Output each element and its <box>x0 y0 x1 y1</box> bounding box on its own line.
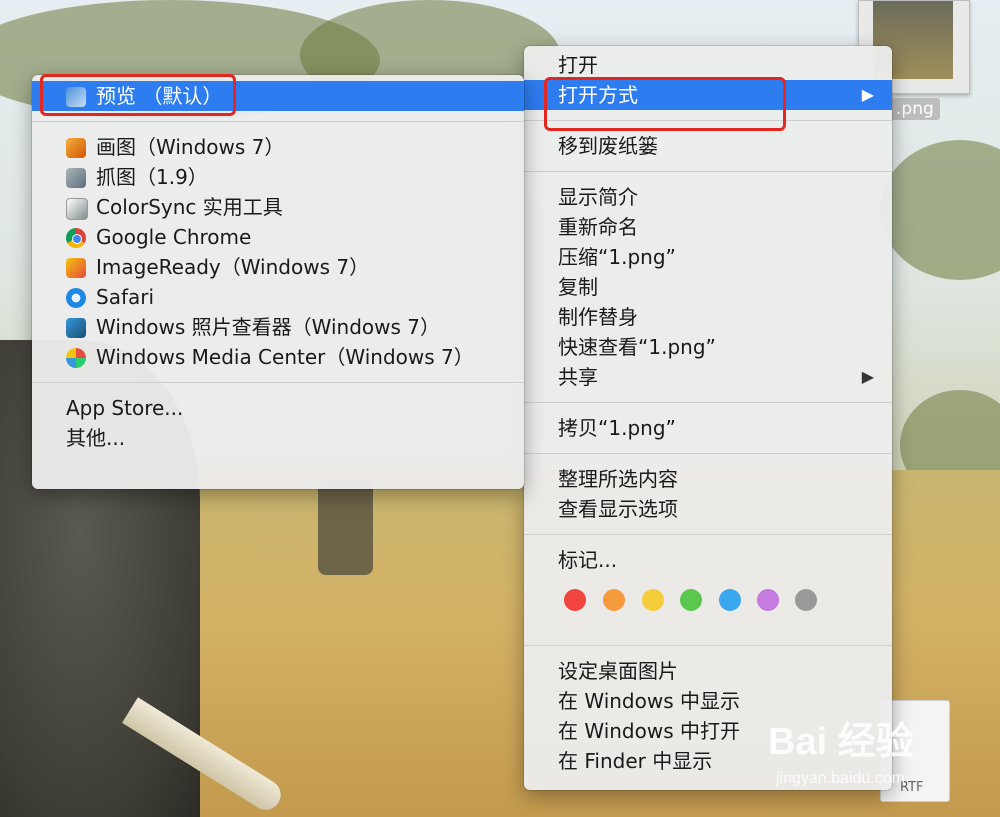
menu-item-move-to-trash[interactable]: 移到废纸篓 <box>524 131 892 161</box>
tag-blue[interactable] <box>719 589 741 611</box>
grab-icon <box>66 168 86 188</box>
menu-item-clean-up[interactable]: 整理所选内容 <box>524 464 892 494</box>
menu-separator <box>32 121 524 122</box>
chrome-icon <box>66 228 86 248</box>
app-label: Windows 照片查看器（Windows 7） <box>96 315 440 339</box>
file-name-label[interactable]: .png <box>890 98 940 120</box>
submenu-item-app[interactable]: ImageReady（Windows 7） <box>32 252 524 282</box>
submenu-item-app[interactable]: Safari <box>32 282 524 312</box>
menu-item-open[interactable]: 打开 <box>524 50 892 80</box>
menu-item-share[interactable]: 共享 ▶ <box>524 362 892 392</box>
tag-purple[interactable] <box>757 589 779 611</box>
photo-viewer-icon <box>66 318 86 338</box>
colorsync-icon <box>66 198 88 220</box>
menu-separator <box>524 402 892 403</box>
submenu-item-app-store[interactable]: App Store... <box>32 393 524 423</box>
submenu-item-app[interactable]: 抓图（1.9） <box>32 162 524 192</box>
submenu-arrow-icon: ▶ <box>861 85 874 104</box>
menu-separator <box>32 382 524 383</box>
app-label: Google Chrome <box>96 225 252 249</box>
highlight-box-preview <box>40 74 236 116</box>
submenu-item-app[interactable]: 画图（Windows 7） <box>32 132 524 162</box>
imageready-icon <box>66 258 86 278</box>
tree-trunk <box>318 480 373 575</box>
context-menu: 打开 打开方式 ▶ 移到废纸篓 显示简介 重新命名 压缩“1.png” 复制 制… <box>524 46 892 790</box>
app-label: ImageReady（Windows 7） <box>96 255 370 279</box>
paint-icon <box>66 138 86 158</box>
menu-separator <box>524 645 892 646</box>
menu-item-duplicate[interactable]: 复制 <box>524 272 892 302</box>
menu-item-copy[interactable]: 拷贝“1.png” <box>524 413 892 443</box>
highlight-box-open-with <box>544 77 786 131</box>
tag-red[interactable] <box>564 589 586 611</box>
submenu-item-app[interactable]: Google Chrome <box>32 222 524 252</box>
menu-item-get-info[interactable]: 显示简介 <box>524 182 892 212</box>
share-label: 共享 <box>558 365 598 389</box>
menu-item-quick-look[interactable]: 快速查看“1.png” <box>524 332 892 362</box>
menu-separator <box>524 453 892 454</box>
tag-green[interactable] <box>680 589 702 611</box>
app-label: Windows Media Center（Windows 7） <box>96 345 474 369</box>
menu-item-set-desktop-picture[interactable]: 设定桌面图片 <box>524 656 892 686</box>
tag-gray[interactable] <box>795 589 817 611</box>
app-label: 抓图（1.9） <box>96 165 208 189</box>
menu-separator <box>524 171 892 172</box>
baidu-watermark-url: jingyan.baidu.com <box>776 770 905 787</box>
open-with-submenu: 预览 （默认） 画图（Windows 7） 抓图（1.9） ColorSync … <box>32 75 524 489</box>
media-center-icon <box>66 348 86 368</box>
submenu-item-app[interactable]: Windows 照片查看器（Windows 7） <box>32 312 524 342</box>
menu-separator <box>524 534 892 535</box>
safari-icon <box>66 288 86 308</box>
tag-color-row <box>524 575 892 629</box>
menu-item-make-alias[interactable]: 制作替身 <box>524 302 892 332</box>
tag-yellow[interactable] <box>642 589 664 611</box>
submenu-item-app[interactable]: Windows Media Center（Windows 7） <box>32 342 524 372</box>
app-label: Safari <box>96 285 155 309</box>
baidu-watermark-logo: Bai 经验 <box>768 721 914 763</box>
submenu-item-app[interactable]: ColorSync 实用工具 <box>32 192 524 222</box>
tag-orange[interactable] <box>603 589 625 611</box>
menu-item-tags[interactable]: 标记... <box>524 545 892 575</box>
menu-item-rename[interactable]: 重新命名 <box>524 212 892 242</box>
submenu-arrow-icon: ▶ <box>861 367 874 386</box>
app-label: 画图（Windows 7） <box>96 135 285 159</box>
app-label: ColorSync 实用工具 <box>96 195 283 219</box>
menu-item-view-options[interactable]: 查看显示选项 <box>524 494 892 524</box>
submenu-item-other[interactable]: 其他... <box>32 423 524 453</box>
menu-item-compress[interactable]: 压缩“1.png” <box>524 242 892 272</box>
